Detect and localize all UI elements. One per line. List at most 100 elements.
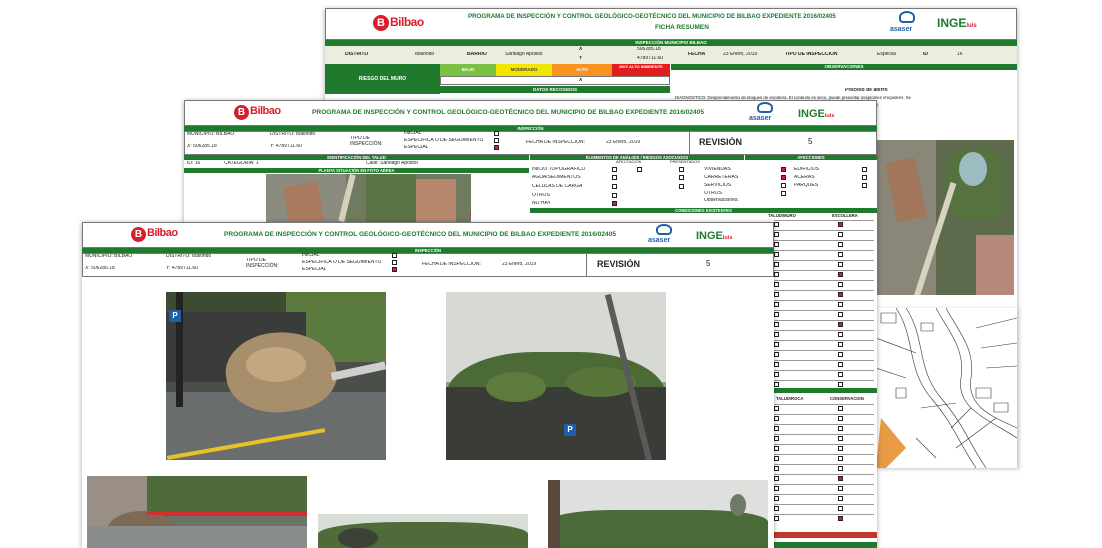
mid-id-label: ID: 16	[187, 161, 201, 166]
checklist-box-right[interactable]	[838, 232, 843, 237]
front-dist-label: DISTRITO: Ibaiondo	[166, 254, 212, 259]
checklist-box-left[interactable]	[774, 446, 779, 451]
checklist-box-right[interactable]	[838, 322, 843, 327]
checklist-box-left[interactable]	[774, 466, 779, 471]
checklist-box-right[interactable]	[838, 272, 843, 277]
checklist-box-right[interactable]	[838, 252, 843, 257]
checklist-box-left[interactable]	[774, 476, 779, 481]
checklist-box-left[interactable]	[774, 292, 779, 297]
mid-acc-cb-l3[interactable]	[781, 183, 786, 188]
mid-calle-label: Calle: Santiago Apóstol	[366, 161, 418, 166]
checklist-box-left[interactable]	[774, 322, 779, 327]
front-x-label: X: 506285.18	[85, 266, 115, 271]
checklist-box-right[interactable]	[838, 426, 843, 431]
mid-cb-inicial[interactable]	[494, 131, 499, 136]
checklist-box-right[interactable]	[838, 372, 843, 377]
checklist-box-right[interactable]	[838, 516, 843, 521]
checklist-box-left[interactable]	[774, 222, 779, 227]
mid-aerial-band: PLANTA SITUACIÓN EN FOTO AÉREA	[184, 168, 529, 173]
checklist-box-right[interactable]	[838, 496, 843, 501]
checklist-box-right[interactable]	[838, 436, 843, 441]
checklist-box-left[interactable]	[774, 456, 779, 461]
checklist-box-left[interactable]	[774, 516, 779, 521]
checklist-box-left[interactable]	[774, 426, 779, 431]
checklist-box-right[interactable]	[838, 466, 843, 471]
checklist-box-right[interactable]	[838, 302, 843, 307]
checklist-box-right[interactable]	[838, 476, 843, 481]
mid-acc-cb-r2[interactable]	[862, 175, 867, 180]
checklist-box-left[interactable]	[774, 406, 779, 411]
risk-very-high: MUY ALTO INMINENTE	[612, 64, 670, 76]
checklist-box-left[interactable]	[774, 436, 779, 441]
front-cb-esp[interactable]	[392, 260, 397, 265]
mid-col-label-2: ESCOLLERA	[832, 214, 858, 218]
mid-acc-cb-l4[interactable]	[781, 191, 786, 196]
checklist-box-left[interactable]	[774, 506, 779, 511]
checklist-box-right[interactable]	[838, 332, 843, 337]
checklist-box-left[interactable]	[774, 272, 779, 277]
checklist-box-right[interactable]	[838, 242, 843, 247]
checklist-box-right[interactable]	[838, 416, 843, 421]
checklist-box-left[interactable]	[774, 342, 779, 347]
mid-ingeo-logo-text: INGEluis	[798, 108, 835, 120]
checklist-box-left[interactable]	[774, 232, 779, 237]
back-barrio-label: BARRIO	[467, 52, 487, 57]
checklist-box-left[interactable]	[774, 262, 779, 267]
checklist-box-right[interactable]	[838, 222, 843, 227]
mid-elem-cb-1b[interactable]	[637, 167, 642, 172]
mid-elem-cb-2a[interactable]	[612, 175, 617, 180]
checklist-box-left[interactable]	[774, 332, 779, 337]
checklist-row	[774, 330, 874, 331]
checklist-box-right[interactable]	[838, 362, 843, 367]
checklist-box-left[interactable]	[774, 496, 779, 501]
mid-ident-band: IDENTIFICACIÓN DEL TALUD	[184, 155, 529, 160]
front-y-label: Y: 4789711.60	[166, 266, 198, 271]
checklist-box-right[interactable]	[838, 342, 843, 347]
mid-elem-cb-4a[interactable]	[612, 193, 617, 198]
checklist-box-left[interactable]	[774, 382, 779, 387]
checklist-box-right[interactable]	[838, 446, 843, 451]
checklist-box-left[interactable]	[774, 352, 779, 357]
mid-acc-cb-l2[interactable]	[781, 175, 786, 180]
mid-title: PROGRAMA DE INSPECCIÓN Y CONTROL GEOLÓGI…	[312, 109, 705, 116]
checklist-box-left[interactable]	[774, 486, 779, 491]
mid-acc-cb-r3[interactable]	[862, 183, 867, 188]
checklist-box-left[interactable]	[774, 242, 779, 247]
front-cb-inicial[interactable]	[392, 253, 397, 258]
mid-cb-especial[interactable]	[494, 145, 499, 150]
checklist-box-left[interactable]	[774, 362, 779, 367]
checklist-box-right[interactable]	[838, 406, 843, 411]
mid-acc-cb-l1[interactable]	[781, 167, 786, 172]
mid-elem-cb-1c[interactable]	[679, 167, 684, 172]
mid-acc-r3: PARQUES	[794, 183, 819, 188]
checklist-box-left[interactable]	[774, 282, 779, 287]
back-aerial-photo	[876, 140, 1014, 295]
mid-elem-cb-1a[interactable]	[612, 167, 617, 172]
checklist-box-right[interactable]	[838, 456, 843, 461]
checklist-box-right[interactable]	[838, 312, 843, 317]
checklist-box-right[interactable]	[838, 282, 843, 287]
checklist-box-left[interactable]	[774, 416, 779, 421]
mid-elem-cb-3a[interactable]	[612, 184, 617, 189]
checklist-box-left[interactable]	[774, 372, 779, 377]
mid-cb-esp[interactable]	[494, 138, 499, 143]
checklist-box-right[interactable]	[838, 506, 843, 511]
risk-high: ALTO	[552, 64, 612, 76]
mid-acc-cb-r1[interactable]	[862, 167, 867, 172]
front-ingeo-logo-text: INGEluis	[696, 230, 733, 242]
checklist-row	[774, 290, 874, 291]
mid-elem-cb-2c[interactable]	[679, 175, 684, 180]
mid-acc-l2: CARRETERAS	[704, 175, 739, 180]
checklist-box-left[interactable]	[774, 252, 779, 257]
checklist-box-right[interactable]	[838, 486, 843, 491]
checklist-box-left[interactable]	[774, 302, 779, 307]
photo-slope-rocks	[318, 514, 528, 548]
front-cb-especial[interactable]	[392, 267, 397, 272]
checklist-box-right[interactable]	[838, 262, 843, 267]
checklist-box-right[interactable]	[838, 292, 843, 297]
checklist-box-right[interactable]	[838, 352, 843, 357]
checklist-box-right[interactable]	[838, 382, 843, 387]
mid-elem-cb-5a[interactable]	[612, 201, 617, 206]
mid-elem-cb-3c[interactable]	[679, 184, 684, 189]
checklist-box-left[interactable]	[774, 312, 779, 317]
